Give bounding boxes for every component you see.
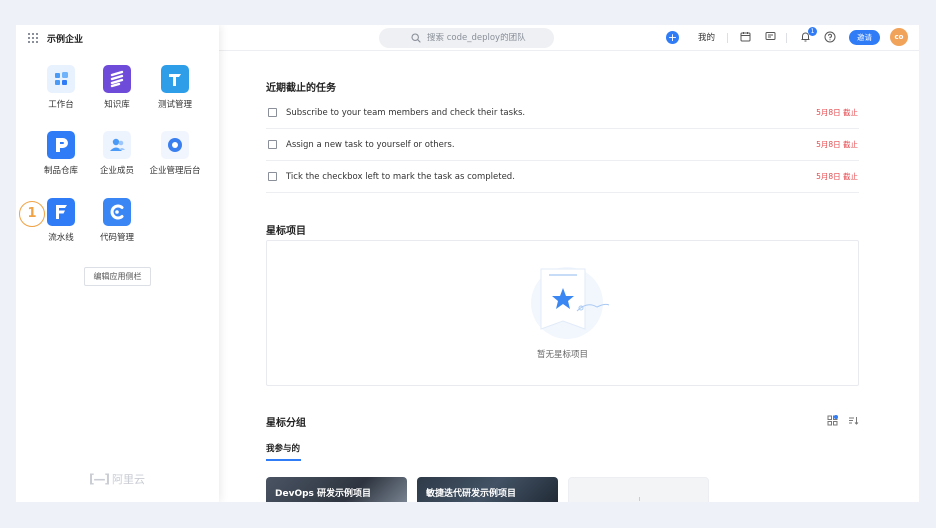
group-view-controls — [827, 415, 859, 426]
avatar[interactable]: co — [890, 28, 908, 46]
task-row[interactable]: Tick the checkbox left to mark the task … — [266, 161, 859, 193]
aliyun-logo: [—] 阿里云 — [89, 471, 145, 487]
task-text[interactable]: Subscribe to your team members and check… — [286, 108, 816, 118]
app-label: 企业管理后台 — [149, 166, 201, 176]
app-label: 代码管理 — [99, 233, 134, 243]
empty-star-illustration — [531, 267, 610, 339]
admin-console-icon — [161, 131, 189, 159]
search-icon — [411, 33, 421, 43]
recent-tasks-title: 近期截止的任务 — [266, 83, 336, 94]
org-switcher[interactable]: 示例企业 — [28, 31, 83, 45]
task-due: 5月8日 截止 — [816, 140, 858, 149]
message-icon[interactable] — [765, 31, 776, 42]
starred-projects-title: 星标项目 — [266, 226, 306, 237]
create-button[interactable]: + — [666, 31, 679, 44]
app-launcher-panel: 示例企业 工作台 知识库 测试管理 制品仓库 企业成员 企业管理后台 流水线 代… — [16, 25, 219, 502]
starred-projects-empty: 暂无星标项目 — [266, 240, 859, 386]
app-admin-console[interactable]: 企业管理后台 — [145, 131, 205, 176]
app-grid-icon[interactable] — [28, 33, 38, 43]
task-checkbox[interactable] — [268, 140, 277, 149]
app-knowledge-base[interactable]: 知识库 — [87, 65, 147, 110]
task-checkbox[interactable] — [268, 172, 277, 181]
plus-icon: + — [667, 31, 678, 44]
app-code-management[interactable]: 代码管理 — [87, 198, 147, 243]
divider — [727, 33, 728, 43]
app-label: 流水线 — [48, 233, 74, 243]
task-checkbox[interactable] — [268, 108, 277, 117]
app-label: 测试管理 — [157, 100, 192, 110]
tab-participated[interactable]: 我参与的 — [266, 442, 300, 454]
starred-groups-title: 星标分组 — [266, 418, 306, 429]
test-management-icon — [161, 65, 189, 93]
dashboard-main: 近期截止的任务 Subscribe to your team members a… — [219, 52, 919, 502]
notification-bell[interactable]: 1 — [800, 27, 817, 42]
aliyun-logo-text: 阿里云 — [111, 473, 145, 486]
empty-message: 暂无星标项目 — [536, 350, 588, 360]
task-text[interactable]: Assign a new task to yourself or others. — [286, 140, 816, 150]
artifact-repo-icon — [47, 131, 75, 159]
search-input[interactable] — [427, 33, 547, 43]
card-view-icon[interactable] — [827, 415, 838, 426]
invite-button[interactable]: 邀请 — [849, 30, 880, 45]
project-card[interactable]: 敏捷迭代研发示例项目 — [417, 477, 558, 502]
my-menu[interactable]: 我的 — [698, 31, 715, 43]
app-artifact-repo[interactable]: 制品仓库 — [31, 131, 91, 176]
app-window: 示例企业 工作台 知识库 测试管理 制品仓库 企业成员 企业管理后台 流水线 代… — [16, 25, 919, 502]
calendar-icon[interactable] — [740, 31, 751, 42]
edit-sidebar-button[interactable]: 编辑应用侧栏 — [84, 267, 151, 286]
active-tab-indicator — [266, 459, 301, 461]
members-icon — [103, 131, 131, 159]
project-card-placeholder — [568, 477, 709, 502]
app-label: 制品仓库 — [43, 166, 78, 176]
task-text[interactable]: Tick the checkbox left to mark the task … — [286, 172, 816, 182]
task-due: 5月8日 截止 — [816, 108, 858, 117]
app-members[interactable]: 企业成员 — [87, 131, 147, 176]
help-icon[interactable] — [824, 31, 836, 43]
org-name: 示例企业 — [47, 34, 84, 45]
code-management-icon — [103, 198, 131, 226]
app-label: 工作台 — [48, 100, 74, 110]
aliyun-mark-icon: [—] — [89, 472, 110, 486]
step-marker: 1 — [19, 201, 45, 227]
top-header: + 我的 1 邀请 co — [219, 25, 919, 51]
app-label: 知识库 — [104, 100, 130, 110]
placeholder-mark — [639, 497, 640, 501]
pipeline-icon — [47, 198, 75, 226]
app-workbench[interactable]: 工作台 — [31, 65, 91, 110]
task-row[interactable]: Subscribe to your team members and check… — [266, 97, 859, 129]
project-card[interactable]: DevOps 研发示例项目 — [266, 477, 407, 502]
knowledge-base-icon — [103, 65, 131, 93]
task-due: 5月8日 截止 — [816, 172, 858, 181]
app-label: 企业成员 — [99, 166, 134, 176]
task-row[interactable]: Assign a new task to yourself or others.… — [266, 129, 859, 161]
workbench-icon — [47, 65, 75, 93]
notification-count: 1 — [808, 27, 817, 36]
project-card-title: 敏捷迭代研发示例项目 — [426, 489, 517, 499]
search-bar[interactable] — [379, 28, 554, 48]
project-card-title: DevOps 研发示例项目 — [275, 489, 372, 499]
app-test-management[interactable]: 测试管理 — [145, 65, 205, 110]
divider — [786, 33, 787, 43]
sort-icon[interactable] — [848, 415, 859, 426]
